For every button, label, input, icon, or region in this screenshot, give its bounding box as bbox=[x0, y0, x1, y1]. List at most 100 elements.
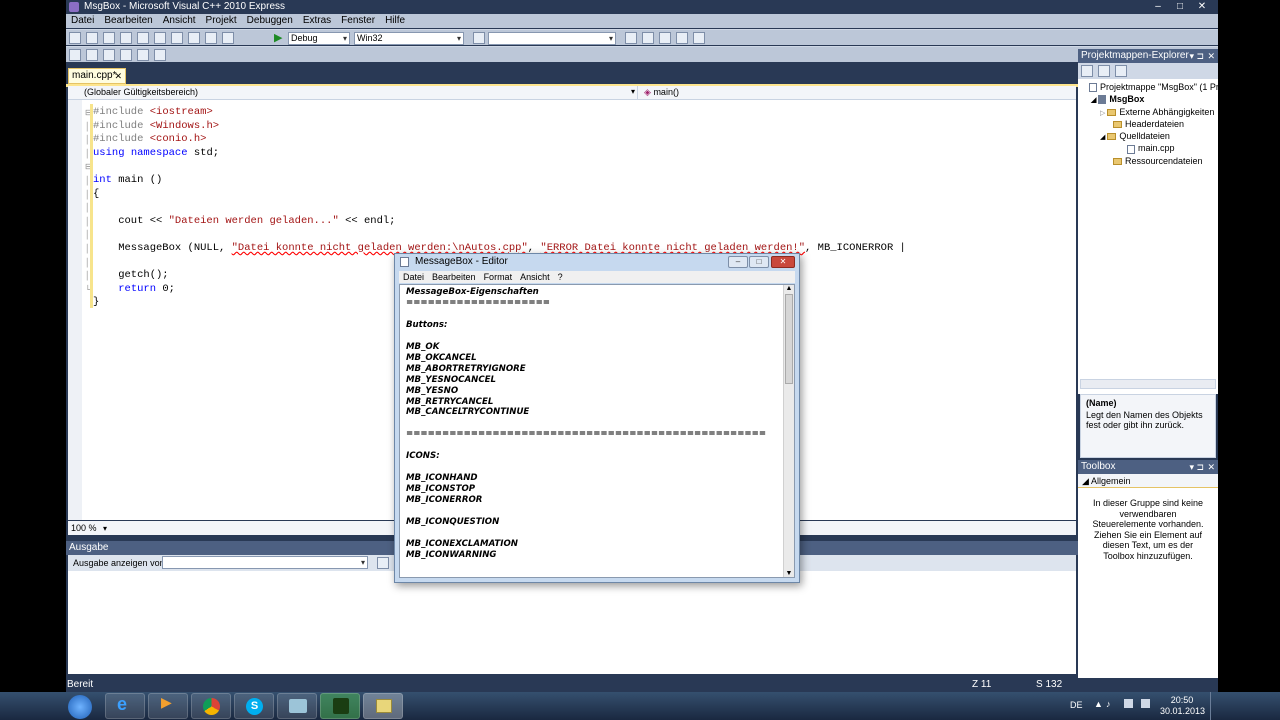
edit-tool-icon-4[interactable] bbox=[120, 49, 132, 61]
tree-item-solution[interactable]: Projektmappe "MsgBox" (1 Pro bbox=[1078, 81, 1218, 93]
find-combo[interactable] bbox=[488, 32, 616, 45]
tray-show-hidden-icon[interactable]: ▲ bbox=[1094, 699, 1103, 709]
start-debug-icon[interactable]: ▶ bbox=[274, 31, 282, 44]
tree-item-sources[interactable]: ◢ Quelldateien bbox=[1078, 130, 1218, 142]
class-view-icon[interactable] bbox=[676, 32, 688, 44]
tray-icon[interactable] bbox=[1141, 699, 1150, 708]
toolbox-auto-hide-icon[interactable]: ⊐ bbox=[1196, 460, 1204, 474]
open-icon[interactable] bbox=[103, 32, 115, 44]
notepad-text-area[interactable]: MessageBox-Eigenschaften ================… bbox=[399, 284, 795, 578]
np-menu-bearbeiten[interactable]: Bearbeiten bbox=[428, 271, 480, 283]
output-clear-icon[interactable] bbox=[377, 557, 389, 569]
menu-debuggen[interactable]: Debuggen bbox=[242, 14, 298, 28]
edit-tool-icon-2[interactable] bbox=[86, 49, 98, 61]
toolbox-icon[interactable] bbox=[659, 32, 671, 44]
refresh-icon[interactable] bbox=[1098, 65, 1110, 77]
tree-item-resources[interactable]: Ressourcendateien bbox=[1078, 155, 1218, 167]
volume-icon[interactable]: ♪ bbox=[1106, 699, 1111, 709]
undo-icon[interactable] bbox=[205, 32, 217, 44]
member-dropdown[interactable]: ◈ main() bbox=[644, 87, 679, 98]
close-panel-icon[interactable]: ✕ bbox=[1207, 49, 1215, 63]
zoom-level[interactable]: 100 % bbox=[71, 523, 97, 533]
np-menu-datei[interactable]: Datei bbox=[399, 271, 428, 283]
output-source-dropdown[interactable] bbox=[162, 556, 368, 569]
taskbar-visual-cpp[interactable] bbox=[320, 693, 360, 719]
clock[interactable]: 20:50 30.01.2013 bbox=[1160, 695, 1205, 717]
find-icon[interactable] bbox=[473, 32, 485, 44]
tree-item-external-deps[interactable]: ▷ Externe Abhängigkeiten bbox=[1078, 106, 1218, 118]
edit-tool-icon-1[interactable] bbox=[69, 49, 81, 61]
np-menu-ansicht[interactable]: Ansicht bbox=[516, 271, 554, 283]
comment-icon[interactable] bbox=[137, 49, 149, 61]
zoom-dropdown-icon[interactable]: ▾ bbox=[103, 524, 107, 533]
pin-menu-icon[interactable]: ▾ bbox=[1189, 49, 1194, 63]
tree-item-project[interactable]: ◢ MsgBox bbox=[1078, 93, 1218, 105]
notepad-window[interactable]: MessageBox - Editor – □ ✕ Datei Bearbeit… bbox=[394, 253, 800, 583]
notepad-close-button[interactable]: ✕ bbox=[771, 256, 795, 268]
maximize-button[interactable]: □ bbox=[1171, 1, 1189, 13]
show-desktop-button[interactable] bbox=[1210, 692, 1218, 720]
config-dropdown[interactable]: Debug bbox=[288, 32, 350, 45]
start-button[interactable] bbox=[68, 695, 92, 719]
auto-hide-icon[interactable]: ⊐ bbox=[1196, 49, 1204, 63]
add-item-icon[interactable] bbox=[86, 32, 98, 44]
new-project-icon[interactable] bbox=[69, 32, 81, 44]
notepad-scrollbar[interactable]: ▲ ▼ bbox=[783, 285, 794, 577]
properties-page-icon[interactable] bbox=[1115, 65, 1127, 77]
menu-ansicht[interactable]: Ansicht bbox=[158, 14, 201, 28]
taskbar-internet-explorer[interactable]: e bbox=[105, 693, 145, 719]
save-all-icon[interactable] bbox=[137, 32, 149, 44]
property-name: (Name) bbox=[1086, 398, 1117, 408]
scope-dropdown[interactable]: (Globaler Gültigkeitsbereich) ▾ bbox=[68, 86, 638, 99]
minimize-button[interactable]: – bbox=[1149, 1, 1167, 13]
scroll-thumb[interactable] bbox=[785, 294, 793, 384]
platform-dropdown[interactable]: Win32 bbox=[354, 32, 464, 45]
toolbox-group-allgemein[interactable]: ◢ Allgemein bbox=[1078, 474, 1218, 488]
language-indicator[interactable]: DE bbox=[1070, 700, 1083, 710]
edit-tool-icon-3[interactable] bbox=[103, 49, 115, 61]
cut-icon[interactable] bbox=[154, 32, 166, 44]
menu-datei[interactable]: Datei bbox=[66, 14, 99, 28]
np-menu-help[interactable]: ? bbox=[554, 271, 567, 283]
solution-explorer-icon[interactable] bbox=[625, 32, 637, 44]
taskbar-media-player[interactable]: ▶ bbox=[148, 693, 188, 719]
menu-bearbeiten[interactable]: Bearbeiten bbox=[99, 14, 157, 28]
menu-fenster[interactable]: Fenster bbox=[336, 14, 380, 28]
method-icon: ◈ bbox=[644, 87, 651, 97]
menu-projekt[interactable]: Projekt bbox=[201, 14, 242, 28]
paste-icon[interactable] bbox=[188, 32, 200, 44]
np-menu-format[interactable]: Format bbox=[480, 271, 517, 283]
copy-icon[interactable] bbox=[171, 32, 183, 44]
taskbar-app[interactable] bbox=[277, 693, 317, 719]
network-icon[interactable] bbox=[1124, 699, 1133, 708]
window-tools-group bbox=[622, 30, 707, 44]
extension-icon[interactable] bbox=[693, 32, 705, 44]
toolbox-close-icon[interactable]: ✕ bbox=[1207, 460, 1215, 474]
redo-icon[interactable] bbox=[222, 32, 234, 44]
scroll-up-icon[interactable]: ▲ bbox=[784, 285, 794, 292]
toolbox-menu-icon[interactable]: ▾ bbox=[1189, 460, 1194, 474]
tree-horizontal-scrollbar[interactable] bbox=[1080, 379, 1216, 389]
tree-item-main-cpp[interactable]: main.cpp bbox=[1078, 142, 1218, 154]
save-icon[interactable] bbox=[120, 32, 132, 44]
notepad-minimize-button[interactable]: – bbox=[728, 256, 748, 268]
member-label: main() bbox=[653, 87, 679, 97]
notepad-maximize-button[interactable]: □ bbox=[749, 256, 769, 268]
close-button[interactable]: ✕ bbox=[1193, 1, 1211, 13]
properties-icon[interactable] bbox=[642, 32, 654, 44]
tree-item-headers[interactable]: Headerdateien bbox=[1078, 118, 1218, 130]
tab-main-cpp[interactable]: main.cpp* ✕ bbox=[68, 68, 126, 84]
uncomment-icon[interactable] bbox=[154, 49, 166, 61]
output-text-area[interactable] bbox=[68, 571, 1076, 674]
toolbox-panel: Toolbox ▾ ⊐ ✕ ◢ Allgemein In dieser Grup… bbox=[1078, 460, 1218, 678]
taskbar-skype[interactable]: S bbox=[234, 693, 274, 719]
show-all-files-icon[interactable] bbox=[1081, 65, 1093, 77]
close-tab-icon[interactable]: ✕ bbox=[114, 69, 122, 83]
scroll-down-icon[interactable]: ▼ bbox=[784, 570, 794, 577]
code-line: cout << "Dateien werden geladen..." << e… bbox=[93, 214, 396, 227]
menu-extras[interactable]: Extras bbox=[298, 14, 336, 28]
taskbar-chrome[interactable] bbox=[191, 693, 231, 719]
menu-hilfe[interactable]: Hilfe bbox=[380, 14, 410, 28]
taskbar-notepad[interactable] bbox=[363, 693, 403, 719]
